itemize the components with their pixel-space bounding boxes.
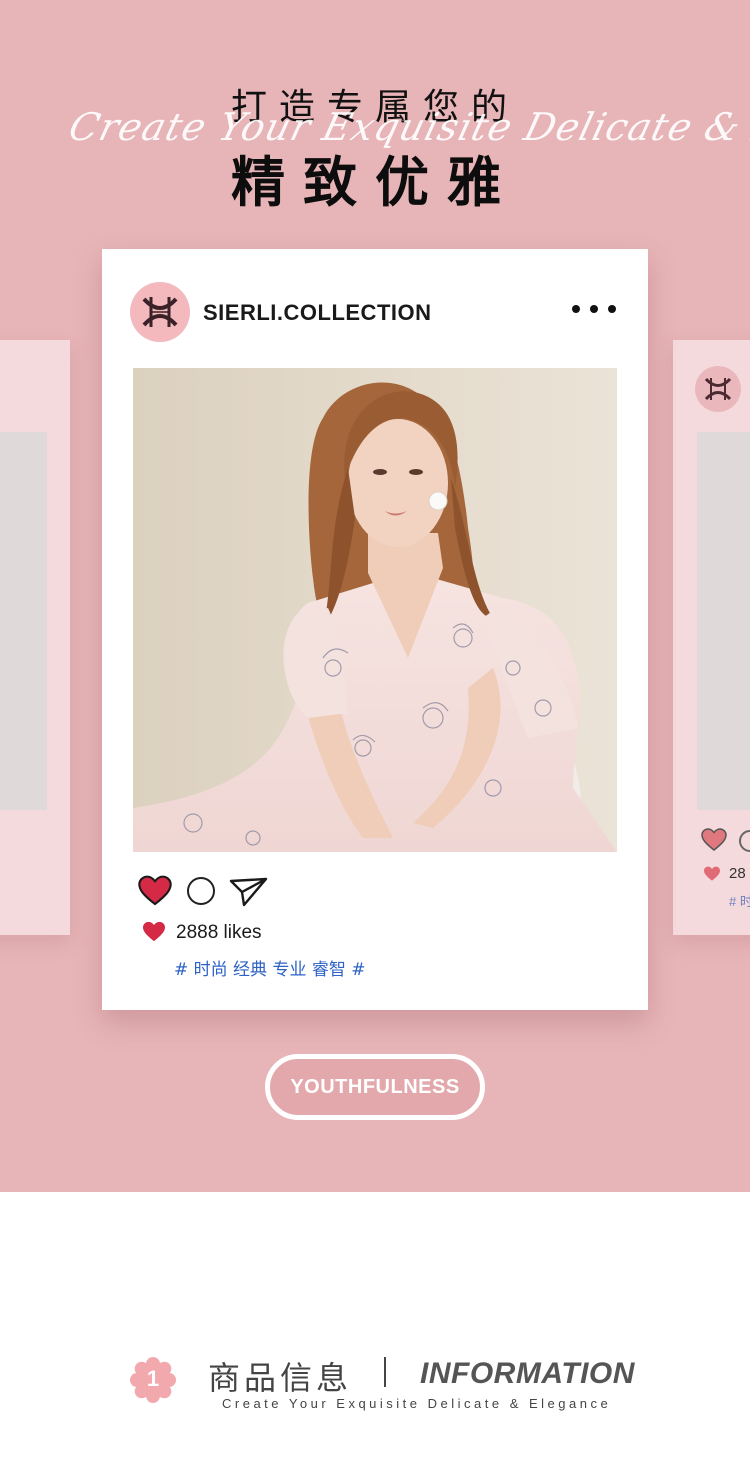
side-card-left-photo bbox=[0, 432, 47, 810]
hashtags[interactable]: # 时尚 经典 专业 睿智 # bbox=[174, 955, 366, 980]
side-card-likes: 28 bbox=[729, 865, 746, 882]
side-card-right-photo bbox=[697, 432, 750, 810]
likes-count[interactable]: 2888 likes bbox=[176, 922, 262, 944]
side-card-left bbox=[0, 340, 70, 935]
badge-number: 1 bbox=[146, 1366, 160, 1391]
brand-logo-icon bbox=[142, 297, 178, 327]
side-card-tags: # 时 bbox=[729, 894, 750, 909]
more-options-icon[interactable] bbox=[572, 297, 616, 321]
post-username[interactable]: SIERLI.COLLECTION bbox=[203, 300, 432, 326]
model-photo-illustration bbox=[133, 368, 617, 852]
likes-heart-icon bbox=[143, 921, 165, 942]
post-card: SIERLI.COLLECTION 2888 likes # 时尚 经典 专业 … bbox=[102, 249, 648, 1010]
heart-icon bbox=[701, 828, 727, 851]
hero-banner: 打造专属您的 Create Your Exquisite Delicate & … bbox=[0, 0, 750, 1192]
comment-icon bbox=[739, 830, 750, 852]
comment-icon[interactable] bbox=[187, 877, 215, 905]
post-photo bbox=[133, 368, 617, 852]
info-title-en: INFORMATION bbox=[420, 1357, 635, 1390]
heart-icon bbox=[704, 866, 720, 881]
heart-icon[interactable] bbox=[138, 875, 172, 907]
divider bbox=[384, 1357, 386, 1387]
title-line-2: 精致优雅 bbox=[231, 151, 519, 214]
share-icon[interactable] bbox=[229, 877, 269, 907]
side-card-avatar bbox=[695, 366, 741, 412]
youthfulness-button[interactable]: YOUTHFULNESS bbox=[265, 1054, 485, 1120]
avatar[interactable] bbox=[130, 282, 190, 342]
side-card-right: 28 # 时 bbox=[673, 340, 750, 935]
info-subtitle: Create Your Exquisite Delicate & Eleganc… bbox=[222, 1396, 612, 1411]
brand-logo-icon bbox=[704, 377, 732, 401]
info-title-cn: 商品信息 bbox=[208, 1359, 353, 1397]
